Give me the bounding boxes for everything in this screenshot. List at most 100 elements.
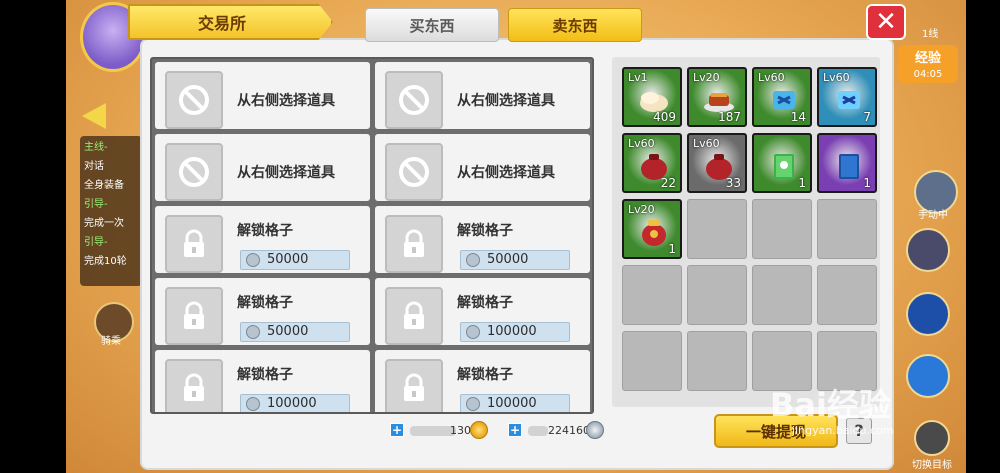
silver-value: 224160 bbox=[548, 424, 590, 437]
locked-slot[interactable]: 解锁格子 50000 bbox=[375, 206, 590, 273]
unlock-label: 解锁格子 bbox=[237, 295, 293, 311]
inventory-item[interactable]: 1 bbox=[817, 133, 877, 193]
item-level: Lv60 bbox=[693, 137, 720, 150]
item-quantity: 409 bbox=[653, 110, 676, 124]
inventory-item[interactable]: Lv60 22 bbox=[622, 133, 682, 193]
locked-slot[interactable]: 解锁格子 100000 bbox=[375, 350, 590, 412]
manual-mode-label: 手动中 bbox=[918, 210, 948, 221]
empty-sell-slot[interactable]: 从右侧选择道具 bbox=[375, 134, 590, 201]
item-level: Lv1 bbox=[628, 71, 648, 84]
empty-inventory-cell bbox=[752, 199, 812, 259]
unlock-price: 50000 bbox=[460, 250, 570, 270]
unlock-price-value: 100000 bbox=[267, 396, 317, 411]
slot-prompt: 从右侧选择道具 bbox=[457, 165, 555, 181]
unlock-price: 100000 bbox=[460, 394, 570, 412]
item-quantity: 33 bbox=[725, 176, 741, 190]
quest-line[interactable]: 引导- bbox=[80, 231, 142, 250]
exp-label: 经验 bbox=[914, 51, 941, 66]
inventory-grid: Lv1 409 Lv20 187 Lv60 14 Lv60 7 Lv60 22 Lv60 33 1 1 Lv… bbox=[612, 57, 880, 407]
red-jar-icon bbox=[638, 217, 670, 247]
locked-slot[interactable]: 解锁格子 50000 bbox=[155, 278, 370, 345]
item-level: Lv20 bbox=[628, 203, 655, 216]
switch-target-button[interactable] bbox=[914, 420, 950, 456]
unlock-price: 50000 bbox=[240, 322, 350, 342]
lock-icon bbox=[165, 215, 223, 273]
locked-slot[interactable]: 解锁格子 100000 bbox=[375, 278, 590, 345]
silver-coin-icon bbox=[246, 397, 260, 411]
attack-button[interactable] bbox=[906, 354, 950, 398]
skill-button[interactable] bbox=[906, 292, 950, 336]
inventory-item[interactable]: Lv20 1 bbox=[622, 199, 682, 259]
blue-book-icon bbox=[833, 151, 865, 181]
item-quantity: 22 bbox=[660, 176, 676, 190]
unlock-label: 解锁格子 bbox=[457, 295, 513, 311]
item-quantity: 1 bbox=[863, 176, 871, 190]
no-item-icon bbox=[385, 71, 443, 129]
quest-tracker[interactable]: 主线- 对话 全身装备 引导- 完成一次 引导- 完成10轮 bbox=[80, 136, 142, 286]
inventory-item[interactable]: Lv1 409 bbox=[622, 67, 682, 127]
silver-coin-icon bbox=[466, 325, 480, 339]
empty-inventory-cell bbox=[687, 199, 747, 259]
unlock-price: 50000 bbox=[240, 250, 350, 270]
lock-icon bbox=[385, 359, 443, 412]
quest-line[interactable]: 全身装备 bbox=[80, 174, 142, 193]
add-gold-icon[interactable]: + bbox=[390, 423, 404, 437]
close-button[interactable]: ✕ bbox=[866, 4, 906, 40]
silver-coin-icon bbox=[246, 253, 260, 267]
tab-sell-label: 卖东西 bbox=[552, 16, 598, 35]
quest-line[interactable]: 引导- bbox=[80, 193, 142, 212]
silver-coin-icon bbox=[466, 253, 480, 267]
empty-inventory-cell bbox=[687, 331, 747, 391]
unlock-price: 100000 bbox=[240, 394, 350, 412]
unlock-price: 100000 bbox=[460, 322, 570, 342]
unlock-label: 解锁格子 bbox=[237, 367, 293, 383]
no-item-icon bbox=[385, 143, 443, 201]
unlock-price-value: 50000 bbox=[487, 252, 529, 267]
sell-slot-list[interactable]: 从右侧选择道具 从右侧选择道具 从右侧选择道具 从右侧选择道具 解锁格子 50000 解锁格… bbox=[150, 57, 594, 414]
quest-line[interactable]: 主线- bbox=[80, 136, 142, 155]
empty-inventory-cell bbox=[622, 331, 682, 391]
quest-line[interactable]: 对话 bbox=[80, 155, 142, 174]
tab-buy-label: 买东西 bbox=[409, 16, 455, 35]
inventory-item[interactable]: Lv20 187 bbox=[687, 67, 747, 127]
unlock-price-value: 50000 bbox=[267, 324, 309, 339]
item-level: Lv60 bbox=[758, 71, 785, 84]
inventory-item[interactable]: Lv60 14 bbox=[752, 67, 812, 127]
locked-slot[interactable]: 解锁格子 100000 bbox=[155, 350, 370, 412]
locked-slot[interactable]: 解锁格子 50000 bbox=[155, 206, 370, 273]
silver-coin-icon bbox=[466, 397, 480, 411]
empty-inventory-cell bbox=[817, 199, 877, 259]
item-quantity: 1 bbox=[668, 242, 676, 256]
inventory-item[interactable]: Lv60 33 bbox=[687, 133, 747, 193]
unlock-label: 解锁格子 bbox=[237, 223, 293, 239]
empty-inventory-cell bbox=[622, 265, 682, 325]
empty-sell-slot[interactable]: 从右侧选择道具 bbox=[375, 62, 590, 129]
item-level: Lv60 bbox=[823, 71, 850, 84]
jump-button[interactable] bbox=[906, 228, 950, 272]
tab-buy[interactable]: 买东西 bbox=[365, 8, 499, 42]
no-item-icon bbox=[165, 143, 223, 201]
dialog-title-text: 交易所 bbox=[198, 14, 247, 33]
lock-icon bbox=[165, 359, 223, 412]
inventory-item[interactable]: 1 bbox=[752, 133, 812, 193]
quest-line[interactable]: 完成一次 bbox=[80, 212, 142, 231]
empty-inventory-cell bbox=[817, 265, 877, 325]
exp-timer: 04:05 bbox=[913, 69, 943, 80]
tab-sell[interactable]: 卖东西 bbox=[508, 8, 642, 42]
empty-sell-slot[interactable]: 从右侧选择道具 bbox=[155, 62, 370, 129]
blurred-label bbox=[528, 426, 548, 436]
silver-coin-icon bbox=[586, 421, 604, 439]
unlock-price-value: 50000 bbox=[267, 252, 309, 267]
close-icon: ✕ bbox=[875, 7, 897, 37]
unlock-label: 解锁格子 bbox=[457, 223, 513, 239]
gold-value: 130 bbox=[450, 424, 471, 437]
exp-badge[interactable]: 经验 04:05 bbox=[898, 45, 958, 83]
empty-sell-slot[interactable]: 从右侧选择道具 bbox=[155, 134, 370, 201]
lock-icon bbox=[165, 287, 223, 345]
inventory-item[interactable]: Lv60 7 bbox=[817, 67, 877, 127]
add-silver-icon[interactable]: + bbox=[508, 423, 522, 437]
lock-icon bbox=[385, 287, 443, 345]
slot-prompt: 从右侧选择道具 bbox=[237, 165, 335, 181]
quest-line[interactable]: 完成10轮 bbox=[80, 250, 142, 269]
dialog-title: 交易所 bbox=[128, 4, 333, 40]
